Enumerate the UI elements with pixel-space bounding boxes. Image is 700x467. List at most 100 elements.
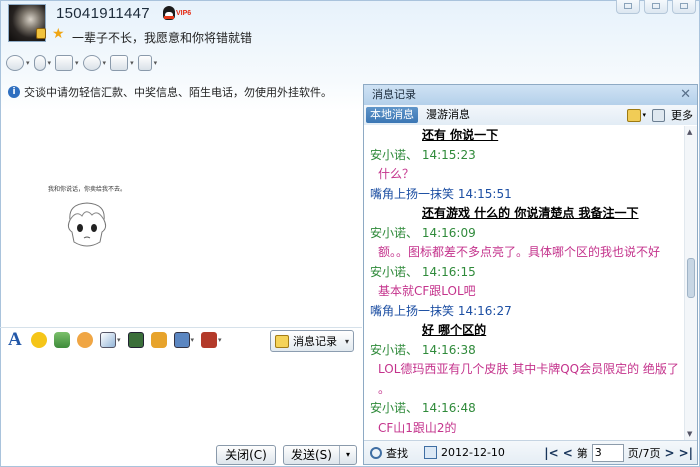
speaker-icon[interactable]: [652, 108, 665, 122]
chevron-down-icon: ▾: [26, 59, 30, 67]
peer-meta-line: 安小诺、 14:16:09: [370, 225, 476, 240]
scroll-down-icon[interactable]: ▼: [687, 430, 692, 438]
security-notice-text: 交谈中请勿轻信汇款、中奖信息、陌生电话，勿使用外挂软件。: [24, 86, 332, 99]
history-icon: [275, 334, 289, 348]
video-call-icon: [6, 55, 24, 71]
security-notice: i 交谈中请勿轻信汇款、中奖信息、陌生电话，勿使用外挂软件。: [8, 84, 332, 100]
shake-window-icon[interactable]: [77, 332, 93, 348]
info-icon: i: [8, 86, 20, 98]
screen-share-icon[interactable]: [173, 332, 190, 348]
emoji-icon[interactable]: [31, 332, 47, 348]
peer-text-line: CF山1跟山2的: [378, 420, 457, 435]
peer-text-line: 基本就CF跟LOL吧: [378, 284, 476, 298]
restore-button[interactable]: [616, 0, 640, 14]
remote-desktop-icon: [110, 55, 129, 71]
peer-text-line: 什么？: [378, 167, 415, 181]
prev-page-icon[interactable]: <: [563, 446, 573, 460]
chevron-down-icon[interactable]: ▾: [642, 111, 646, 119]
screenshot-icon[interactable]: [100, 332, 116, 348]
page-navigation: |< < 第 3 页/7页 > >|: [544, 444, 693, 462]
tab-local-messages[interactable]: 本地消息: [366, 107, 418, 123]
lock-icon: [36, 28, 46, 39]
history-tabs: 本地消息 漫游消息 ▾ 更多: [364, 105, 697, 125]
voice-call-button[interactable]: ▾: [33, 53, 52, 73]
message-history-label: 消息记录: [293, 335, 337, 348]
message-list: 还有 你说一下 安小诺、 14:15:23 什么？ 嘴角上扬一抹笑 14:15:51 还…: [364, 126, 684, 440]
send-button[interactable]: 发送(S) ▾: [283, 445, 357, 465]
send-image-icon[interactable]: [127, 332, 144, 348]
history-date[interactable]: 2012-12-10: [441, 446, 505, 459]
peer-text-line: 。: [378, 381, 391, 396]
chevron-down-icon: ▾: [130, 59, 134, 67]
self-meta-line: 嘴角上扬一抹笑 14:15:51: [370, 186, 512, 201]
chevron-down-icon: ▾: [153, 59, 158, 67]
page-prefix: 第: [576, 447, 588, 460]
add-contact-icon: [82, 55, 101, 71]
peer-meta-line: 安小诺、 14:16:38: [370, 342, 476, 357]
vip-level: VIP6: [176, 9, 192, 17]
history-footer: 查找 2012-12-10 |< < 第 3 页/7页 > >|: [364, 440, 697, 464]
page-input[interactable]: 3: [591, 444, 624, 462]
peer-meta-line: 安小诺、 14:15:23: [370, 147, 476, 162]
maximize-button[interactable]: [644, 0, 668, 14]
close-button[interactable]: 关闭(C): [216, 445, 276, 465]
contact-qq-number: 15041911447: [56, 5, 150, 22]
vip-badge[interactable]: VIP6: [163, 6, 191, 20]
close-icon: [680, 3, 688, 9]
calendar-icon[interactable]: [424, 446, 437, 459]
font-button[interactable]: A: [8, 330, 24, 349]
page-suffix: 页/7页: [627, 447, 661, 460]
remote-desktop-button[interactable]: ▾: [110, 53, 134, 73]
chevron-down-icon[interactable]: ▾: [218, 336, 222, 344]
toolbox-icon[interactable]: [201, 332, 218, 348]
chat-toolbar: ▾ ▾ ▾ ▾ ▾ ▾: [6, 53, 157, 73]
message-history-button[interactable]: 消息记录 ▾: [270, 330, 354, 352]
search-link[interactable]: 查找: [386, 445, 408, 461]
more-link[interactable]: 更多: [671, 107, 693, 123]
last-page-icon[interactable]: >|: [679, 446, 693, 460]
contact-signature: 一辈子不长，我愿意和你将错就错: [72, 31, 253, 45]
self-text-line: 好 哪个区的: [422, 323, 487, 337]
penguin-icon: [163, 6, 175, 20]
self-meta-line: 嘴角上扬一抹笑 14:16:27: [370, 303, 512, 318]
scroll-thumb[interactable]: [687, 258, 695, 298]
export-icon[interactable]: [627, 108, 642, 122]
peer-text-line: LOL德玛西亚有几个皮肤 其中卡牌QQ会员限定的 绝版了: [378, 362, 679, 376]
history-tools: ▾ 更多: [627, 107, 693, 123]
chevron-down-icon: ▾: [47, 59, 52, 67]
add-contact-button[interactable]: ▾: [82, 53, 107, 73]
next-page-icon[interactable]: >: [665, 446, 675, 460]
sticker-image: 我和你说话，你卖给我不去。: [44, 180, 130, 260]
tab-roaming-messages[interactable]: 漫游消息: [422, 107, 474, 123]
message-history-panel: 消息记录 ✕ 本地消息 漫游消息 ▾ 更多 还有 你说一下 安小诺、 14:15:…: [363, 84, 698, 465]
search-icon[interactable]: [370, 446, 382, 459]
file-transfer-button[interactable]: ▾: [55, 53, 79, 73]
file-transfer-icon: [55, 55, 74, 71]
first-page-icon[interactable]: |<: [544, 446, 558, 460]
chevron-down-icon[interactable]: ▾: [191, 336, 195, 344]
close-window-button[interactable]: [672, 0, 696, 14]
window-controls: [616, 0, 696, 14]
apply-button[interactable]: ▾: [137, 53, 158, 73]
send-options-dropdown[interactable]: ▾: [340, 446, 356, 464]
voice-call-icon: [33, 55, 46, 71]
chevron-down-icon: ▾: [75, 59, 79, 67]
close-icon[interactable]: ✕: [680, 85, 691, 105]
format-toolbar: A ▾ ▾ ▾: [8, 330, 222, 349]
message-scrollbar[interactable]: ▲ ▼: [684, 126, 697, 440]
restore-icon: [624, 3, 632, 9]
chevron-down-icon[interactable]: ▾: [117, 336, 121, 344]
music-icon[interactable]: [150, 332, 167, 348]
send-button-label[interactable]: 发送(S): [284, 446, 340, 464]
star-icon: ★: [52, 26, 65, 42]
history-panel-title: 消息记录 ✕: [364, 85, 697, 105]
scroll-up-icon[interactable]: ▲: [687, 128, 692, 136]
chevron-down-icon: ▾: [102, 59, 107, 67]
video-call-button[interactable]: ▾: [6, 53, 30, 73]
magic-face-icon[interactable]: [54, 332, 70, 348]
peer-meta-line: 安小诺、 14:16:48: [370, 401, 476, 415]
chevron-down-icon: ▾: [344, 336, 349, 346]
maximize-icon: [652, 3, 660, 9]
apply-icon: [137, 55, 152, 71]
self-text-line: 还有游戏 什么的 你说清楚点 我备注一下: [422, 206, 639, 220]
